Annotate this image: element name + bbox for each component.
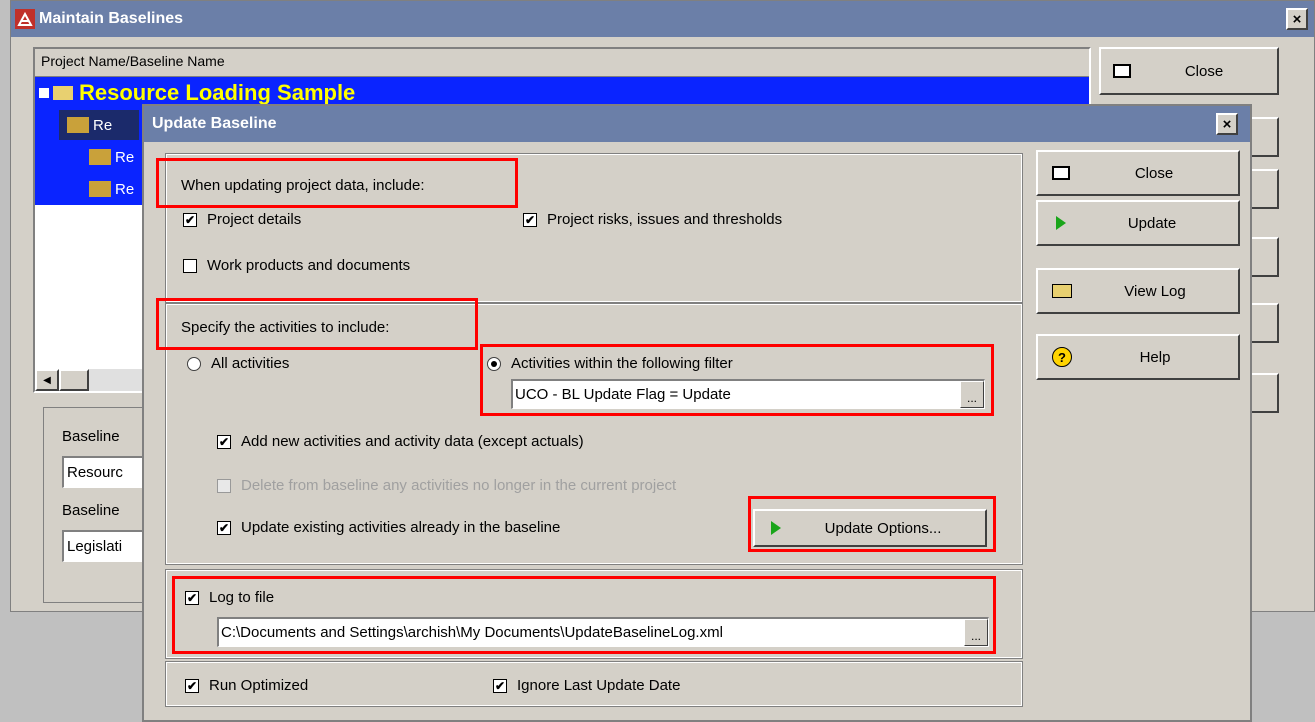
highlight-box — [156, 158, 518, 208]
close-window-icon — [1052, 166, 1070, 180]
update-baseline-dialog: Update Baseline × When updating project … — [142, 104, 1252, 722]
checkbox-check-icon: ✔ — [185, 678, 199, 693]
open-folder-icon — [1052, 284, 1072, 298]
dialog-close-button[interactable]: Close — [1036, 150, 1240, 196]
dialog-title-bar: Update Baseline × — [144, 106, 1250, 142]
dialog-title: Update Baseline — [152, 115, 277, 132]
highlight-box — [748, 496, 996, 552]
add-new-checkbox[interactable]: ✔ Add new activities and activity data (e… — [217, 433, 584, 450]
play-icon — [1056, 216, 1066, 230]
update-button[interactable]: Update — [1036, 200, 1240, 246]
app-logo-icon — [15, 9, 35, 29]
checkbox-check-icon: ✔ — [523, 212, 537, 227]
run-optimized-checkbox[interactable]: ✔ Run Optimized — [185, 677, 308, 694]
scroll-thumb[interactable] — [59, 369, 89, 391]
view-log-button[interactable]: View Log — [1036, 268, 1240, 314]
outer-close-button[interactable]: Close — [1099, 47, 1279, 95]
close-x-icon: × — [1222, 115, 1232, 133]
project-details-checkbox[interactable]: ✔ Project details — [183, 211, 301, 228]
help-button[interactable]: ? Help — [1036, 334, 1240, 380]
baseline-label: Baseline — [62, 502, 120, 519]
highlight-box — [172, 576, 996, 654]
all-activities-radio[interactable]: All activities — [187, 355, 289, 372]
update-existing-checkbox[interactable]: ✔ Update existing activities already in t… — [217, 519, 560, 536]
close-x-icon: × — [1292, 10, 1302, 28]
baseline-icon — [89, 149, 111, 165]
column-header[interactable]: Project Name/Baseline Name — [35, 49, 1089, 77]
baseline-label: Baseline — [62, 428, 120, 445]
checkbox-check-icon: ✔ — [217, 520, 231, 535]
baseline-icon — [89, 181, 111, 197]
project-risks-checkbox[interactable]: ✔ Project risks, issues and thresholds — [523, 211, 782, 228]
outer-window-title: Maintain Baselines — [39, 10, 184, 27]
help-icon: ? — [1052, 347, 1072, 367]
checkbox-check-icon: ✔ — [217, 434, 231, 449]
options-section: ✔ Run Optimized ✔ Ignore Last Update Date — [165, 661, 1023, 707]
scroll-left-button[interactable]: ◀ — [35, 369, 59, 391]
ignore-last-update-checkbox[interactable]: ✔ Ignore Last Update Date — [493, 677, 680, 694]
project-folder-icon — [53, 86, 73, 100]
baseline-icon — [67, 117, 89, 133]
checkbox-check-icon: ✔ — [183, 212, 197, 227]
dialog-close-x-button[interactable]: × — [1216, 113, 1238, 135]
checkbox-check-icon: ✔ — [493, 678, 507, 693]
close-window-icon — [1113, 64, 1131, 78]
outer-title-bar: Maintain Baselines × — [11, 1, 1314, 37]
highlight-box — [480, 344, 994, 416]
project-name: Resource Loading Sample — [79, 80, 356, 105]
highlight-box — [156, 298, 478, 350]
delete-from-baseline-checkbox: Delete from baseline any activities no l… — [217, 477, 676, 494]
collapse-icon[interactable] — [39, 88, 49, 98]
outer-close-x-button[interactable]: × — [1286, 8, 1308, 30]
work-products-checkbox[interactable]: Work products and documents — [183, 257, 410, 274]
